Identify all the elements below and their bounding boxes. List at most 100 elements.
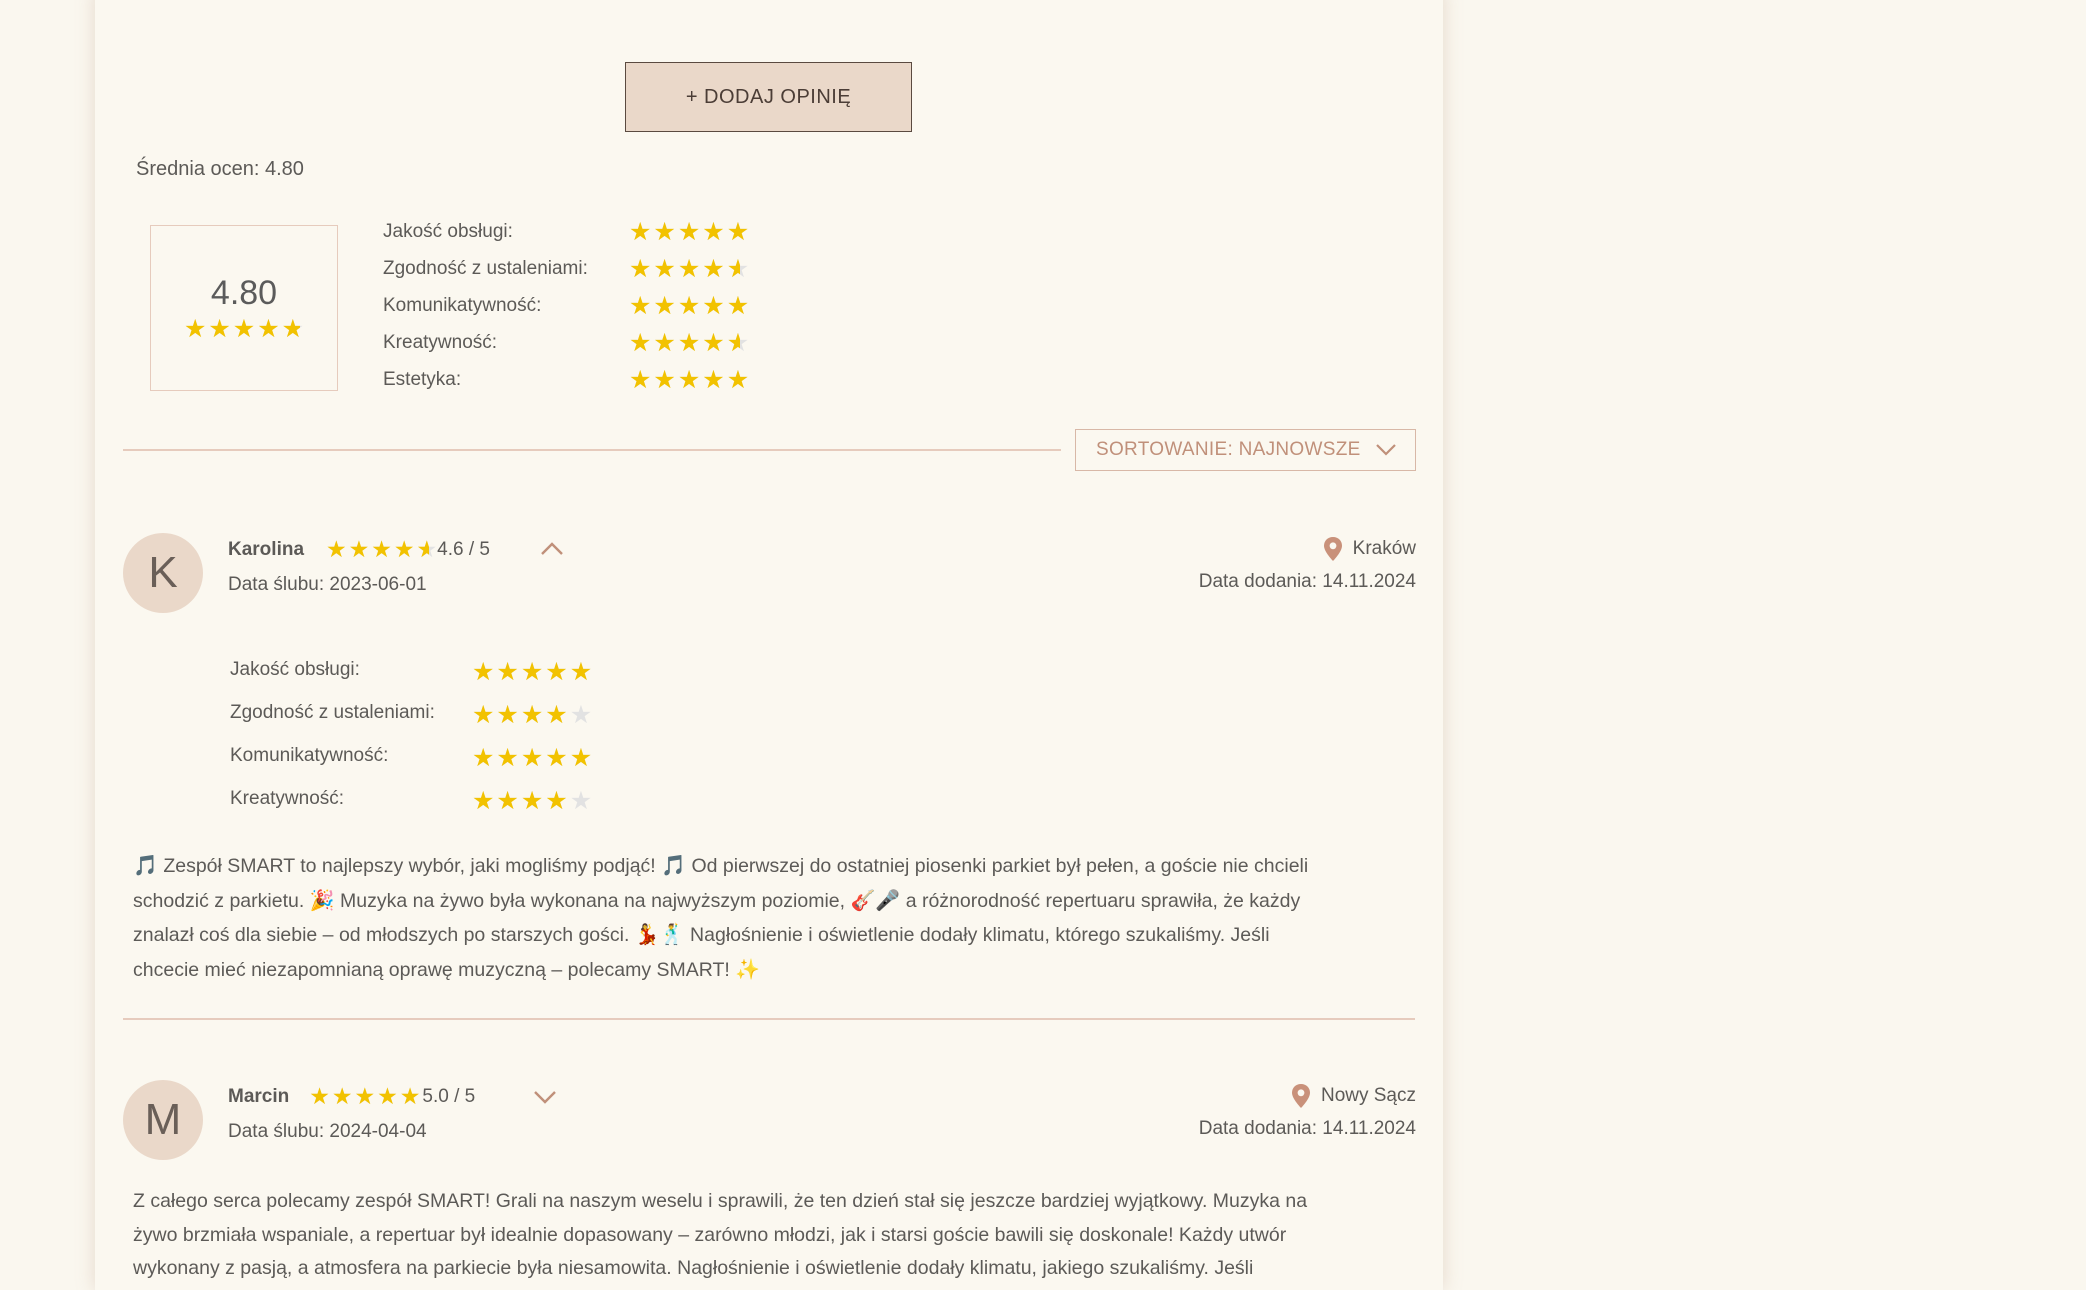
criteria-stars: ★★★★★★★★★★ — [629, 294, 749, 319]
criteria-label: Komunikatywność: — [383, 295, 542, 316]
location-pin-icon — [1291, 1084, 1310, 1108]
star-icon: ★★ — [232, 315, 256, 343]
average-score-stars: ★ ★ ★ ★ ★ ★ ★ ★ ★ ★ — [184, 317, 304, 342]
text-segment: Od pierwszej do ostatniej piosenki parki… — [686, 855, 1309, 877]
review-stars: ★ ★ ★ ★ ★ ★ ★ ★ ★ ★ — [309, 1085, 420, 1108]
review-stars: ★ ★ ★ ★ ★ ★ ★ ★ ★ ★ — [326, 538, 437, 561]
star-icon: ★★ — [520, 787, 544, 815]
star-icon: ★★ — [472, 744, 495, 772]
star-icon: ★★ — [281, 315, 305, 343]
criteria-label: Kreatywność: — [383, 332, 498, 353]
star-icon: ★★ — [726, 329, 750, 357]
criteria-stars: ★★★★★★★★★★ — [629, 331, 749, 356]
average-score-box: 4.80 ★ ★ ★ ★ ★ ★ ★ ★ ★ ★ — [150, 225, 338, 391]
star-icon: ★★ — [569, 701, 593, 729]
star-icon: ★★ — [653, 218, 676, 246]
star-icon: ★★ — [348, 536, 370, 562]
star-icon: ★★ — [677, 218, 701, 246]
sort-dropdown[interactable]: SORTOWANIE: NAJNOWSZE — [1075, 429, 1416, 471]
chevron-up-icon[interactable] — [540, 541, 564, 557]
review-location: Nowy Sącz — [1291, 1083, 1416, 1109]
criteria-label: Jakość obsługi: — [383, 221, 513, 242]
criteria-stars: ★★★★★★★★★★ — [472, 746, 592, 771]
emoji-icon: 🎸🎤 — [850, 887, 901, 912]
text-segment: a różnorodność repertuaru sprawiła, że k… — [900, 889, 1301, 912]
star-icon: ★★ — [677, 255, 701, 283]
emoji-icon: 🎵 — [661, 853, 687, 877]
star-icon: ★★ — [726, 255, 750, 283]
star-icon: ★★ — [726, 218, 750, 246]
star-icon: ★★ — [545, 787, 568, 815]
star-icon: ★★ — [677, 292, 701, 320]
reviewer-name: Marcin — [228, 1085, 290, 1107]
star-icon: ★★ — [569, 787, 593, 815]
date-added: Data dodania: 14.11.2024 — [1198, 571, 1416, 592]
criteria-stars: ★★★★★★★★★★ — [472, 703, 592, 728]
star-icon: ★★ — [496, 658, 519, 686]
text-segment: Nagłośnienie i oświetlenie dodały klimat… — [684, 924, 1270, 946]
criteria-stars: ★★★★★★★★★★ — [629, 257, 749, 282]
sort-dropdown-label: SORTOWANIE: NAJNOWSZE — [1096, 439, 1361, 460]
star-icon: ★★ — [472, 701, 495, 729]
review-text-line: wykonany z pasją, a atmosfera na parkiec… — [133, 1252, 1307, 1286]
star-icon: ★★ — [520, 744, 544, 772]
chevron-down-icon — [1376, 444, 1396, 456]
star-icon: ★★ — [677, 366, 701, 394]
criteria-stars: ★★★★★★★★★★ — [472, 789, 592, 814]
star-icon: ★★ — [629, 292, 652, 320]
review-header: Marcin ★ ★ ★ ★ ★ ★ ★ ★ ★ ★ 5.0 / 5 — [228, 1085, 475, 1108]
criteria-label: Zgodność z ustaleniami: — [230, 702, 435, 723]
chevron-down-icon[interactable] — [533, 1089, 557, 1105]
location-text: Nowy Sącz — [1320, 1085, 1416, 1106]
star-icon: ★★ — [520, 701, 544, 729]
text-segment: schodzić z parkietu. — [133, 889, 310, 912]
star-icon: ★★ — [377, 1083, 398, 1109]
star-icon: ★★ — [629, 218, 652, 246]
star-icon: ★★ — [629, 329, 652, 357]
average-rating-label: Średnia ocen: 4.80 — [136, 158, 304, 180]
average-score-value: 4.80 — [210, 274, 278, 312]
star-icon: ★★ — [545, 701, 568, 729]
star-icon: ★★ — [653, 292, 676, 320]
star-icon: ★★ — [496, 744, 519, 772]
star-icon: ★★ — [472, 658, 495, 686]
star-icon: ★★ — [653, 255, 676, 283]
date-added: Data dodania: 14.11.2024 — [1198, 1118, 1416, 1139]
text-segment: żywo brzmiała wspaniale, a repertuar był… — [133, 1223, 1287, 1246]
review-text: 🎵 Zespół SMART to najlepszy wybór, jaki … — [133, 849, 1308, 987]
star-icon: ★★ — [354, 1083, 376, 1109]
emoji-icon: ✨ — [735, 956, 761, 981]
text-segment: chcecie mieć niezapomnianą oprawę muzycz… — [133, 958, 736, 981]
criteria-label: Zgodność z ustaleniami: — [383, 258, 588, 279]
criteria-label: Estetyka: — [383, 369, 462, 390]
text-segment: znalazł coś dla siebie – od młodszych po… — [133, 924, 635, 946]
review-text-line: Z całego serca polecamy zespół SMART! Gr… — [133, 1185, 1307, 1219]
avatar: K — [123, 533, 203, 613]
text-segment: Muzyka na żywo była wykonana na najwyższ… — [334, 889, 851, 912]
text-segment: Z całego serca polecamy zespół SMART! Gr… — [133, 1190, 1308, 1212]
star-icon: ★★ — [702, 218, 725, 246]
review-text-line: schodzić z parkietu. 🎉 Muzyka na żywo by… — [133, 884, 1308, 919]
star-icon: ★★ — [629, 255, 652, 283]
review-header: Karolina ★ ★ ★ ★ ★ ★ ★ ★ ★ ★ 4.6 / 5 — [228, 538, 490, 561]
star-icon: ★★ — [520, 658, 544, 686]
star-icon: ★★ — [702, 255, 725, 283]
review-divider — [123, 1018, 1415, 1020]
star-icon: ★★ — [496, 701, 519, 729]
star-icon: ★★ — [331, 1083, 353, 1109]
criteria-label: Jakość obsługi: — [230, 659, 360, 680]
review-rating-value: 4.6 / 5 — [437, 538, 490, 560]
star-icon: ★★ — [545, 658, 568, 686]
star-icon: ★★ — [393, 536, 415, 562]
criteria-label: Kreatywność: — [230, 788, 345, 809]
location-pin-icon — [1323, 537, 1342, 561]
star-icon: ★★ — [371, 536, 392, 562]
star-icon: ★★ — [702, 366, 725, 394]
review-text-line: 🎵 Zespół SMART to najlepszy wybór, jaki … — [133, 849, 1308, 884]
add-review-button[interactable]: + DODAJ OPINIĘ — [625, 62, 912, 132]
star-icon: ★★ — [702, 329, 725, 357]
star-icon: ★★ — [208, 315, 231, 343]
star-icon: ★★ — [726, 366, 750, 394]
location-text: Kraków — [1352, 538, 1416, 559]
star-icon: ★★ — [183, 315, 207, 343]
